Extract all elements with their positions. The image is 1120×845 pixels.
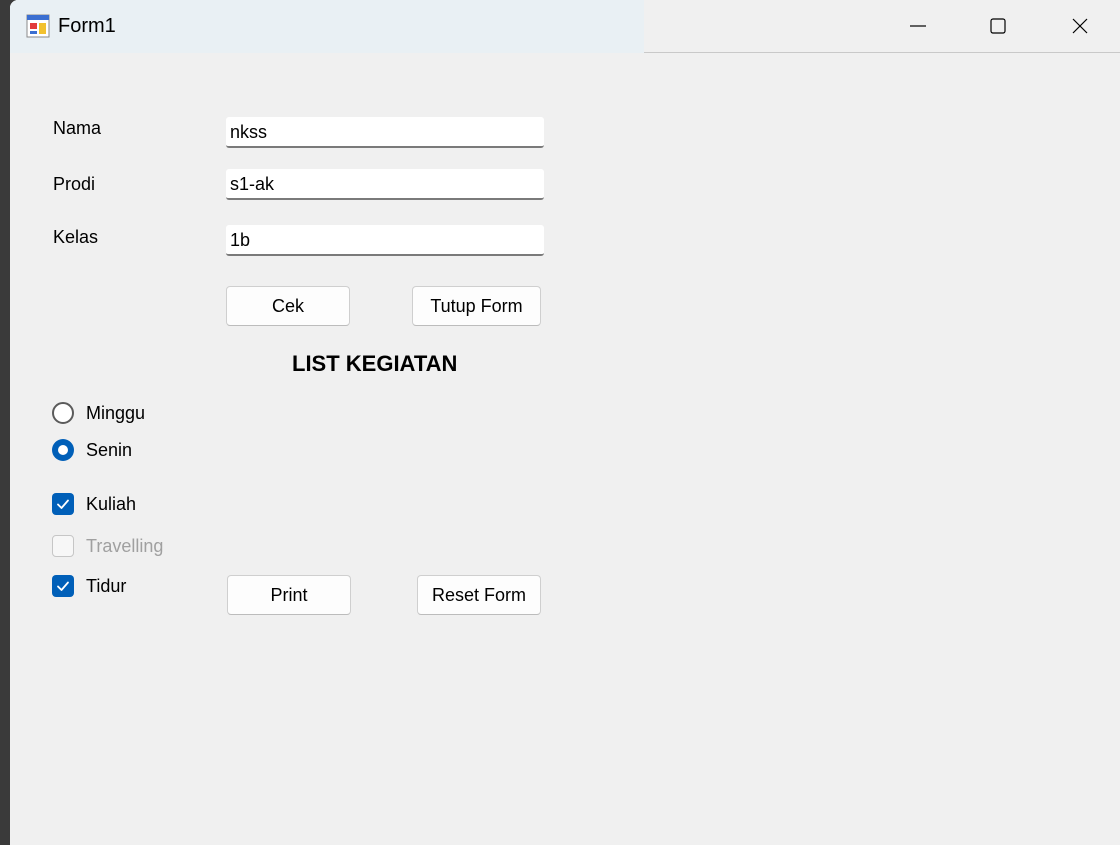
close-icon [1072,18,1088,34]
title-bar[interactable]: Form1 [10,0,1120,53]
maximize-button[interactable] [958,0,1038,53]
prodi-input[interactable]: s1-ak [226,169,544,200]
list-kegiatan-heading: LIST KEGIATAN [292,351,458,376]
radio-minggu-label[interactable]: Minggu [86,402,145,424]
kelas-input[interactable]: 1b [226,225,544,256]
checkmark-icon [57,581,69,591]
checkbox-tidur-label[interactable]: Tidur [86,575,126,597]
minimize-button[interactable] [878,0,958,53]
prodi-label: Prodi [53,174,96,194]
radio-minggu[interactable] [52,402,74,424]
tutup-form-button[interactable]: Tutup Form [412,286,541,326]
radio-senin-label[interactable]: Senin [86,439,132,461]
radio-senin[interactable] [52,439,74,461]
minimize-icon [910,25,926,27]
window-title: Form1 [58,15,116,37]
checkbox-travelling [52,535,74,557]
checkbox-kuliah-label[interactable]: Kuliah [86,493,136,515]
nama-input[interactable]: nkss [226,117,544,148]
nama-label: Nama [53,118,102,138]
reset-form-button[interactable]: Reset Form [417,575,541,615]
checkbox-travelling-label: Travelling [86,536,164,556]
checkbox-kuliah[interactable] [52,493,74,515]
checkbox-tidur[interactable] [52,575,74,597]
form1-window: Form1 Nama nkss Prodi s1-ak Kelas 1b Cek… [10,0,1120,845]
form-app-icon [26,14,50,38]
close-button[interactable] [1040,0,1120,53]
kelas-label: Kelas [53,227,99,247]
print-button[interactable]: Print [227,575,351,615]
checkmark-icon [57,499,69,509]
cek-button[interactable]: Cek [226,286,350,326]
radio-selected-dot [58,445,68,455]
maximize-icon [990,18,1006,34]
